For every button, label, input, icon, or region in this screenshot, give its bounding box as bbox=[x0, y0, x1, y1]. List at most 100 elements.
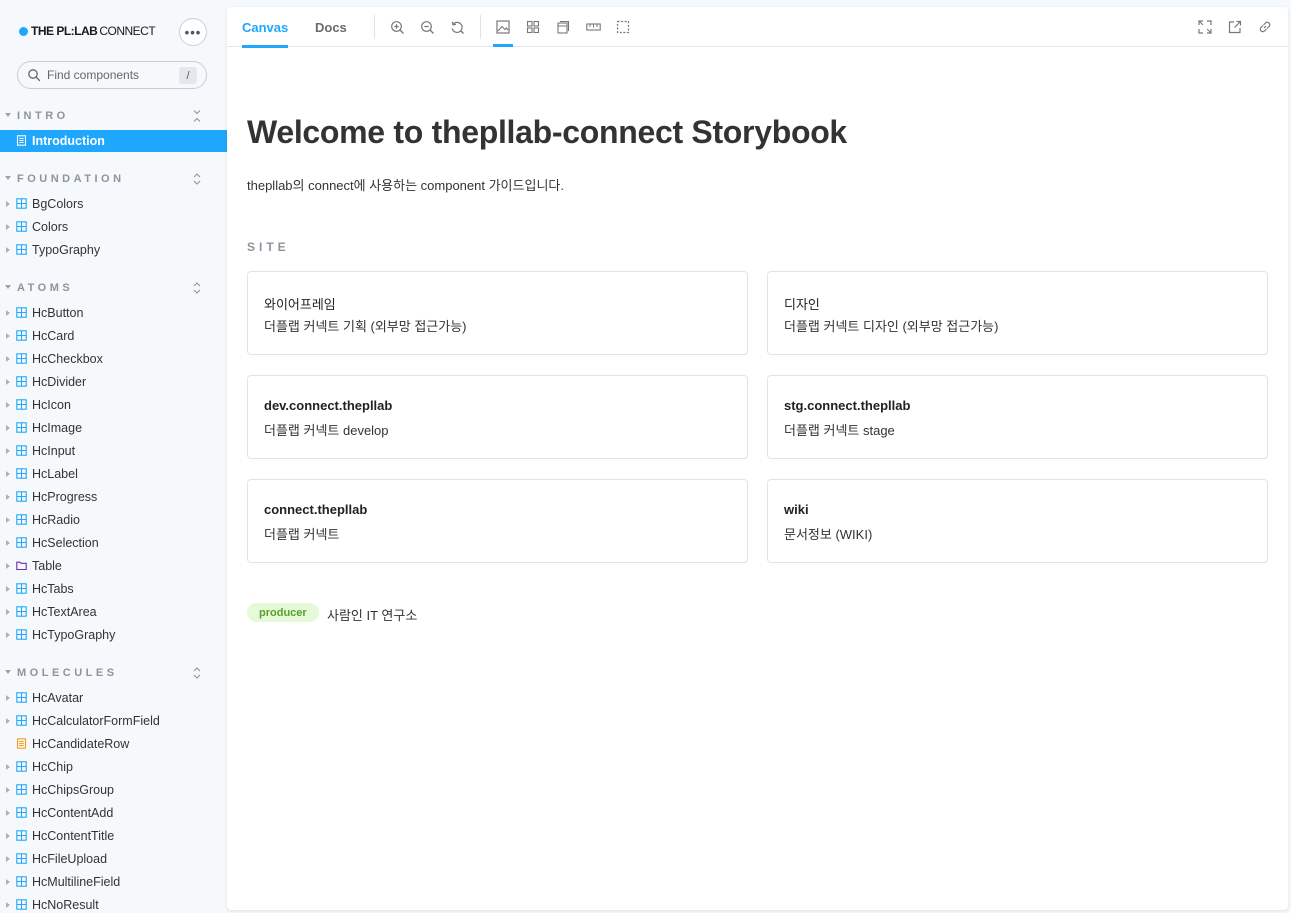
expand-caret-icon bbox=[6, 310, 10, 316]
sidebar-item-hccheckbox[interactable]: HcCheckbox bbox=[0, 348, 227, 370]
component-icon bbox=[16, 876, 27, 887]
sidebar-section-atoms[interactable]: ATOMS bbox=[0, 278, 227, 298]
sidebar-item-hcmultilinefield[interactable]: HcMultilineField bbox=[0, 871, 227, 893]
more-options-button[interactable]: ••• bbox=[179, 18, 207, 46]
component-icon bbox=[16, 761, 27, 772]
sidebar-item-hcdivider[interactable]: HcDivider bbox=[0, 371, 227, 393]
viewport-icon[interactable] bbox=[555, 19, 571, 35]
sidebar-section-foundation[interactable]: FOUNDATION bbox=[0, 169, 227, 189]
sidebar-item-bgcolors[interactable]: BgColors bbox=[0, 193, 227, 215]
sidebar-item-label: HcInput bbox=[32, 444, 76, 458]
expand-icon[interactable] bbox=[191, 172, 203, 186]
toolbar: Canvas Docs bbox=[227, 7, 1288, 48]
sidebar-item-label: HcIcon bbox=[32, 398, 71, 412]
component-icon bbox=[16, 514, 27, 525]
brand-logo[interactable]: THE PL:LAB CONNECT bbox=[19, 24, 156, 38]
card-description: 더플랩 커넥트 bbox=[264, 527, 340, 542]
section-label: FOUNDATION bbox=[17, 173, 125, 185]
expand-icon[interactable] bbox=[191, 666, 203, 680]
open-new-tab-icon[interactable] bbox=[1227, 19, 1243, 35]
sidebar-item-label: HcButton bbox=[32, 306, 84, 320]
component-icon bbox=[16, 583, 27, 594]
card-description: 더플랩 커넥트 디자인 (외부망 접근가능) bbox=[784, 319, 999, 334]
sidebar-item-hcfileupload[interactable]: HcFileUpload bbox=[0, 848, 227, 870]
fullscreen-icon[interactable] bbox=[1197, 19, 1213, 35]
sidebar-item-hccontenttitle[interactable]: HcContentTitle bbox=[0, 825, 227, 847]
sidebar-item-hccandidaterow[interactable]: HcCandidateRow bbox=[0, 733, 227, 755]
sidebar-item-hccalculatorformfield[interactable]: HcCalculatorFormField bbox=[0, 710, 227, 732]
site-section-label: SITE bbox=[247, 240, 290, 254]
sidebar-item-label: HcLabel bbox=[32, 467, 78, 481]
sidebar-item-hclabel[interactable]: HcLabel bbox=[0, 463, 227, 485]
expand-caret-icon bbox=[6, 201, 10, 207]
sidebar-item-hctypography[interactable]: HcTypoGraphy bbox=[0, 624, 227, 646]
zoom-out-icon[interactable] bbox=[419, 19, 435, 35]
sidebar-item-hcradio[interactable]: HcRadio bbox=[0, 509, 227, 531]
collapse-icon[interactable] bbox=[191, 109, 203, 123]
expand-icon[interactable] bbox=[191, 281, 203, 295]
expand-caret-icon bbox=[6, 879, 10, 885]
outline-icon[interactable] bbox=[615, 19, 631, 35]
sidebar-item-hctextarea[interactable]: HcTextArea bbox=[0, 601, 227, 623]
link-card-dev[interactable]: dev.connect.thepllab 더플랩 커넥트 develop bbox=[247, 375, 748, 459]
sidebar-item-hcinput[interactable]: HcInput bbox=[0, 440, 227, 462]
link-card-wiki[interactable]: wiki 문서정보 (WIKI) bbox=[767, 479, 1268, 563]
grid-icon[interactable] bbox=[525, 19, 541, 35]
zoom-in-icon[interactable] bbox=[389, 19, 405, 35]
section-caret-icon bbox=[5, 670, 11, 674]
sidebar-item-hccard[interactable]: HcCard bbox=[0, 325, 227, 347]
component-icon bbox=[16, 692, 27, 703]
sidebar-item-hcchip[interactable]: HcChip bbox=[0, 756, 227, 778]
component-icon bbox=[16, 899, 27, 910]
sidebar-item-hcchipsgroup[interactable]: HcChipsGroup bbox=[0, 779, 227, 801]
sidebar-item-typography[interactable]: TypoGraphy bbox=[0, 239, 227, 261]
search-icon bbox=[28, 69, 41, 82]
search-input[interactable] bbox=[47, 68, 167, 82]
expand-caret-icon bbox=[6, 810, 10, 816]
sidebar-item-hcimage[interactable]: HcImage bbox=[0, 417, 227, 439]
sidebar-item-introduction[interactable]: Introduction bbox=[0, 130, 227, 152]
component-icon bbox=[16, 537, 27, 548]
sidebar-section-intro[interactable]: INTRO bbox=[0, 106, 227, 126]
background-icon[interactable] bbox=[493, 19, 513, 47]
component-icon bbox=[16, 445, 27, 456]
sidebar-item-table[interactable]: Table bbox=[0, 555, 227, 577]
component-icon bbox=[16, 376, 27, 387]
sidebar-item-label: Table bbox=[32, 559, 62, 573]
producer-name: 사람인 IT 연구소 bbox=[327, 608, 418, 623]
sidebar-section-molecules[interactable]: MOLECULES bbox=[0, 663, 227, 683]
link-card-wireframe[interactable]: 와이어프레임 더플랩 커넥트 기획 (외부망 접근가능) bbox=[247, 271, 748, 355]
sidebar-item-hcicon[interactable]: HcIcon bbox=[0, 394, 227, 416]
sidebar-item-label: HcContentAdd bbox=[32, 806, 114, 820]
sidebar-item-label: HcContentTitle bbox=[32, 829, 115, 843]
sidebar-item-hctabs[interactable]: HcTabs bbox=[0, 578, 227, 600]
expand-caret-icon bbox=[6, 609, 10, 615]
expand-caret-icon bbox=[6, 247, 10, 253]
card-title: connect.thepllab bbox=[264, 502, 368, 517]
tab-docs[interactable]: Docs bbox=[315, 7, 347, 47]
sidebar-item-hcnoresult[interactable]: HcNoResult bbox=[0, 894, 227, 913]
page-description: thepllab의 connect에 사용하는 component 가이드입니다… bbox=[247, 178, 564, 193]
measure-icon[interactable] bbox=[585, 19, 601, 35]
sidebar-item-label: HcDivider bbox=[32, 375, 87, 389]
link-card-design[interactable]: 디자인 더플랩 커넥트 디자인 (외부망 접근가능) bbox=[767, 271, 1268, 355]
tab-canvas[interactable]: Canvas bbox=[242, 7, 289, 48]
sidebar-item-colors[interactable]: Colors bbox=[0, 216, 227, 238]
expand-caret-icon bbox=[6, 563, 10, 569]
reset-zoom-icon[interactable] bbox=[449, 19, 465, 35]
sidebar-item-hcselection[interactable]: HcSelection bbox=[0, 532, 227, 554]
sidebar-item-label: Introduction bbox=[32, 134, 105, 148]
section-caret-icon bbox=[5, 285, 11, 289]
sidebar-item-hcbutton[interactable]: HcButton bbox=[0, 302, 227, 324]
section-label: MOLECULES bbox=[17, 667, 118, 679]
card-description: 더플랩 커넥트 develop bbox=[264, 423, 389, 438]
link-card-production[interactable]: connect.thepllab 더플랩 커넥트 bbox=[247, 479, 748, 563]
expand-caret-icon bbox=[6, 448, 10, 454]
link-card-stage[interactable]: stg.connect.thepllab 더플랩 커넥트 stage bbox=[767, 375, 1268, 459]
expand-caret-icon bbox=[6, 402, 10, 408]
copy-link-icon[interactable] bbox=[1257, 19, 1273, 35]
sidebar-item-hccontentadd[interactable]: HcContentAdd bbox=[0, 802, 227, 824]
search-box[interactable]: / bbox=[17, 61, 207, 89]
sidebar-item-hcprogress[interactable]: HcProgress bbox=[0, 486, 227, 508]
sidebar-item-hcavatar[interactable]: HcAvatar bbox=[0, 687, 227, 709]
